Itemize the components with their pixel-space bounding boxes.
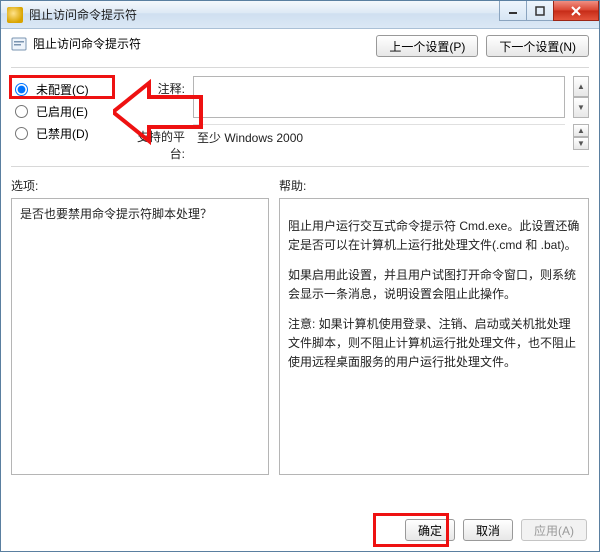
window-title: 阻止访问命令提示符	[29, 6, 137, 23]
help-panel[interactable]: 阻止用户运行交互式命令提示符 Cmd.exe。此设置还确定是否可以在计算机上运行…	[279, 198, 589, 475]
policy-icon	[11, 36, 27, 52]
previous-setting-button[interactable]: 上一个设置(P)	[376, 35, 478, 57]
close-button[interactable]	[553, 1, 599, 21]
platform-value: 至少 Windows 2000	[193, 124, 565, 152]
minimize-button[interactable]	[499, 1, 527, 21]
radio-enabled[interactable]: 已启用(E)	[15, 100, 111, 122]
radio-disabled[interactable]: 已禁用(D)	[15, 122, 111, 144]
window-controls	[500, 1, 599, 21]
comment-spin-up[interactable]: ▲	[573, 76, 589, 97]
cancel-button[interactable]: 取消	[463, 519, 513, 541]
title-bar: 阻止访问命令提示符	[1, 1, 599, 29]
window-frame: 阻止访问命令提示符 阻止访问命令提示符 上一个设置(P) 下一个设置	[0, 0, 600, 552]
comment-textarea[interactable]	[193, 76, 565, 118]
platform-spin-down[interactable]: ▼	[573, 137, 589, 150]
radio-enabled-label: 已启用(E)	[36, 103, 88, 120]
state-radio-group: 未配置(C) 已启用(E) 已禁用(D)	[11, 76, 115, 162]
footer-buttons: 确定 取消 应用(A)	[405, 519, 587, 541]
help-p3: 注意: 如果计算机使用登录、注销、启动或关机批处理文件脚本，则不阻止计算机运行批…	[288, 315, 580, 371]
radio-not-configured-input[interactable]	[15, 83, 28, 96]
options-header: 选项:	[11, 175, 269, 198]
ok-button[interactable]: 确定	[405, 519, 455, 541]
page-title: 阻止访问命令提示符	[33, 35, 141, 52]
comment-label: 注释:	[123, 76, 185, 97]
radio-disabled-label: 已禁用(D)	[36, 125, 89, 142]
radio-disabled-input[interactable]	[15, 127, 28, 140]
options-panel[interactable]: 是否也要禁用命令提示符脚本处理？	[11, 198, 269, 475]
apply-button: 应用(A)	[521, 519, 587, 541]
content-area: 阻止访问命令提示符 上一个设置(P) 下一个设置(N) 未配置(C) 已启用(E…	[1, 29, 599, 551]
comment-spin-down[interactable]: ▼	[573, 97, 589, 118]
help-p2: 如果启用此设置，并且用户试图打开命令窗口，则系统会显示一条消息，说明设置会阻止此…	[288, 266, 580, 303]
comment-spin: ▲ ▼	[573, 76, 589, 118]
separator	[11, 67, 589, 68]
next-setting-button[interactable]: 下一个设置(N)	[486, 35, 589, 57]
platform-label: 支持的平台:	[123, 124, 185, 162]
separator-2	[11, 166, 589, 167]
platform-spin: ▲ ▼	[573, 124, 589, 150]
platform-spin-up[interactable]: ▲	[573, 124, 589, 137]
radio-enabled-input[interactable]	[15, 105, 28, 118]
app-icon	[7, 7, 23, 23]
radio-not-configured[interactable]: 未配置(C)	[15, 78, 111, 100]
help-header: 帮助:	[279, 175, 589, 198]
maximize-button[interactable]	[526, 1, 554, 21]
options-text: 是否也要禁用命令提示符脚本处理？	[20, 207, 212, 221]
help-p1: 阻止用户运行交互式命令提示符 Cmd.exe。此设置还确定是否可以在计算机上运行…	[288, 217, 580, 254]
radio-not-configured-label: 未配置(C)	[36, 81, 89, 98]
